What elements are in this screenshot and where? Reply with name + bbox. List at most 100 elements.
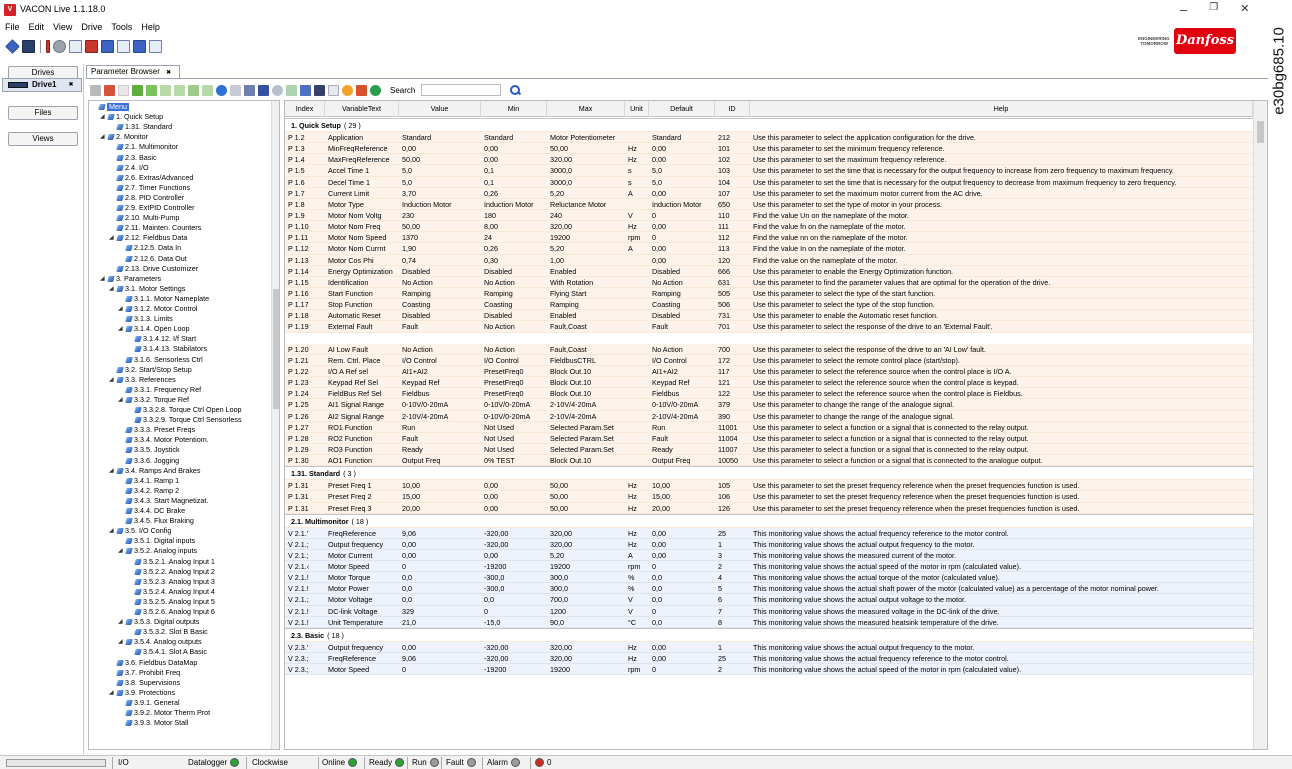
tree-item[interactable]: Menu (91, 103, 129, 111)
tree-item[interactable]: 3.1.6. Sensorless Ctrl (118, 355, 203, 364)
export-icon[interactable] (90, 84, 101, 96)
cell-value[interactable]: 5,0 (402, 165, 480, 176)
table-row[interactable]: V 2.1.‹ Motor Speed 0 -19200 19200 rpm 0 2 This … (285, 561, 1253, 573)
cell-value[interactable]: AI1+AI2 (402, 366, 480, 377)
cell-value[interactable]: 1370 (402, 232, 480, 243)
drive1-tab[interactable]: Drive1 ✖ (2, 78, 82, 92)
tree-item[interactable]: 3.7. Prohibit Freq (109, 668, 180, 677)
cell-value[interactable]: No Action (402, 277, 480, 288)
cell-value[interactable]: 0 (402, 561, 480, 572)
cell-value[interactable]: Fault (402, 321, 480, 332)
table-row[interactable]: P 1.4 MaxFreqReference 50,00 0,00 320,00 Hz 0,… (285, 154, 1253, 166)
menu-drive[interactable]: Drive (81, 22, 102, 36)
tree-item[interactable]: ◢ 3.3. References (109, 375, 176, 384)
tree-item[interactable]: 3.5.3.2. Slot B Basic (127, 628, 208, 636)
tree-item[interactable]: 3.1.4.12. I/f Start (127, 335, 196, 343)
tree-item[interactable]: 3.8. Supervisions (109, 678, 180, 687)
tree-item[interactable]: ◢ 3.5.4. Analog outputs (118, 638, 202, 646)
tree-level-2-icon[interactable] (174, 84, 185, 96)
tree-item[interactable]: 2.12.6. Data Out (118, 254, 187, 263)
cell-value[interactable]: 50,00 (402, 221, 480, 232)
table-row[interactable]: P 1.10 Motor Nom Freq 50,00 8,00 320,00 Hz 0,0… (285, 221, 1253, 233)
cell-value[interactable]: 1,90 (402, 243, 480, 254)
tree-item[interactable]: 2.6. Extras/Advanced (109, 173, 193, 182)
cell-value[interactable]: Run (402, 422, 480, 433)
grid-scroll-thumb[interactable] (1257, 121, 1264, 143)
tree-item[interactable]: 2.8. PID Controller (109, 193, 184, 202)
save-icon[interactable] (22, 40, 35, 53)
table-row[interactable]: V 2.1.! Motor Power 0,0 -300,0 300,0% 0,0 5 Thi… (285, 583, 1253, 595)
table-row[interactable]: P 1.16 Start Function Ramping Ramping Flying… (285, 287, 1253, 300)
table-row[interactable]: P 1.28 RO2 Function Fault Not Used Selected … (285, 432, 1253, 444)
expand-arrow-icon[interactable]: ◢ (100, 275, 106, 283)
column-header-value[interactable]: Value (399, 101, 481, 117)
tree-item[interactable]: 3.5.1. Digital inputs (118, 537, 195, 545)
cell-value[interactable]: Ramping (402, 288, 480, 299)
tree-item[interactable]: 3.6. Fieldbus DataMap (109, 658, 197, 667)
cell-value[interactable]: 5,0 (402, 177, 480, 188)
tree-item[interactable]: 3.5.4.1. Slot A Basic (127, 648, 207, 656)
expand-arrow-icon[interactable]: ◢ (100, 133, 106, 141)
cell-value[interactable]: Coasting (402, 299, 480, 310)
tree-add-icon[interactable] (146, 84, 157, 96)
tree-item[interactable]: 3.4.5. Flux Braking (118, 517, 194, 525)
cell-value[interactable]: 0,0 (402, 572, 480, 583)
layout-icon[interactable] (149, 40, 162, 53)
table-row[interactable]: P 1.8 Motor Type Induction Motor Induction … (285, 198, 1253, 210)
tree-item[interactable]: 3.3.6. Jogging (118, 456, 179, 465)
table-row[interactable]: V 2.1.! Unit Temperature 21,0 -15,0 90,0 °C 0,… (285, 616, 1253, 628)
tree-item[interactable]: ◢ 2. Monitor (100, 133, 148, 141)
column-header-min[interactable]: Min (481, 101, 547, 117)
compare-icon[interactable] (244, 84, 255, 96)
wave-icon[interactable] (286, 84, 297, 96)
cell-value[interactable]: 230 (402, 210, 480, 221)
table-row[interactable]: P 1.15 Identification No Action No Action Wi… (285, 276, 1253, 288)
list-icon[interactable] (230, 84, 241, 96)
table-row[interactable]: P 1.24 FieldBus Ref Sel Fieldbus PresetFreq… (285, 388, 1253, 400)
tree-item[interactable]: 3.4.2. Ramp 2 (118, 486, 179, 495)
tree-item[interactable]: 3.1.3. Limits (118, 315, 173, 323)
monitor-icon[interactable] (101, 40, 114, 53)
cell-value[interactable]: No Action (402, 344, 480, 355)
tree-item[interactable]: 3.3.4. Motor Potentiom. (118, 436, 209, 444)
tab-parameter-browser[interactable]: Parameter Browser ✖ (86, 65, 180, 78)
refresh-icon[interactable] (216, 84, 227, 96)
tree-item[interactable]: ◢ 3.1. Motor Settings (109, 284, 185, 293)
table-icon[interactable] (117, 40, 130, 53)
tree-item[interactable]: ◢ 3.9. Protections (109, 688, 175, 697)
expand-arrow-icon[interactable]: ◢ (118, 618, 124, 626)
table-row[interactable]: P 1.21 Rem. Ctrl. Place I/O Control I/O Con… (285, 354, 1253, 366)
tree-item[interactable]: 3.4.3. Start Magnetizat. (118, 496, 208, 505)
tree-item[interactable]: ◢ 3.1.4. Open Loop (118, 325, 190, 333)
table-row[interactable]: V 2.1.; Output frequency 0,00 -320,00 320,00… (285, 538, 1253, 550)
tree-item[interactable]: 3.1.4.13. Stabilators (127, 345, 207, 353)
tree-item[interactable]: 2.3. Basic (109, 153, 157, 162)
table-row[interactable]: P 1.17 Stop Function Coasting Coasting Rampi… (285, 299, 1253, 311)
tree-item[interactable]: 3.5.2.5. Analog Input 5 (127, 597, 215, 606)
column-header-help[interactable]: Help (750, 101, 1253, 117)
tree-item[interactable]: 3.4.4. DC Brake (118, 507, 185, 515)
menu-view[interactable]: View (53, 22, 72, 36)
tree-item[interactable]: 3.3.1. Frequency Ref (118, 385, 201, 394)
clock-icon[interactable] (272, 84, 283, 96)
table-row[interactable]: P 1.6 Decel Time 1 5,0 0,1 3000,0 s 5,0 104 Use … (285, 176, 1253, 188)
tree-item[interactable]: ◢ 1. Quick Setup (100, 113, 163, 121)
cell-value[interactable]: 0,00 (402, 642, 480, 653)
cell-value[interactable]: I/O Control (402, 355, 480, 366)
expand-arrow-icon[interactable]: ◢ (100, 113, 106, 121)
expand-arrow-icon[interactable]: ◢ (109, 467, 115, 475)
record-icon[interactable] (85, 40, 98, 53)
column-header-max[interactable]: Max (547, 101, 625, 117)
table-row[interactable]: P 1.31 Preset Freq 3 20,00 0,00 50,00 Hz 20,00… (285, 502, 1253, 514)
files-button[interactable]: Files (8, 106, 78, 120)
tree-item[interactable]: 2.4. I/O (109, 163, 149, 172)
cell-value[interactable]: 0,00 (402, 143, 480, 154)
grid-scrollbar[interactable] (1253, 101, 1267, 749)
table-row[interactable] (285, 332, 1253, 344)
table-row[interactable]: V 2.1.! Motor Torque 0,0 -300,0 300,0% 0,0 4 Th… (285, 572, 1253, 584)
close-button[interactable]: ✕ (1240, 2, 1249, 17)
cell-value[interactable]: 20,00 (402, 503, 480, 514)
tree-level-3-icon[interactable] (188, 84, 199, 96)
tree-item[interactable]: 1.31. Standard (109, 123, 172, 131)
help-icon[interactable] (370, 84, 381, 96)
